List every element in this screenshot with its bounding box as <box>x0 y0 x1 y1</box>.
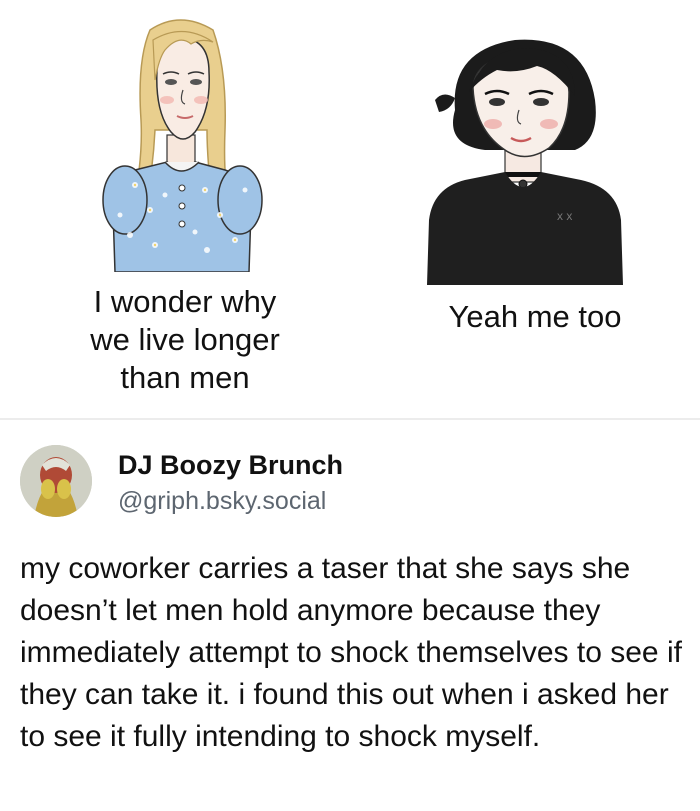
user-handle[interactable]: @griph.bsky.social <box>118 487 326 516</box>
avatar-picture-icon <box>20 445 92 517</box>
blonde-woman-illustration <box>102 19 263 272</box>
right-caption: Yeah me too <box>448 299 622 334</box>
avatar-icon[interactable] <box>20 445 92 517</box>
dark-haired-woman-illustration: x x <box>427 39 623 285</box>
meme-image: x x I wonder why we live longer than men… <box>0 0 700 418</box>
display-name[interactable]: DJ Boozy Brunch <box>118 450 343 481</box>
left-caption: I wonder why we live longer than men <box>90 284 280 395</box>
post-text: my coworker carries a taser that she say… <box>20 552 682 753</box>
svg-text:x x: x x <box>557 209 572 223</box>
